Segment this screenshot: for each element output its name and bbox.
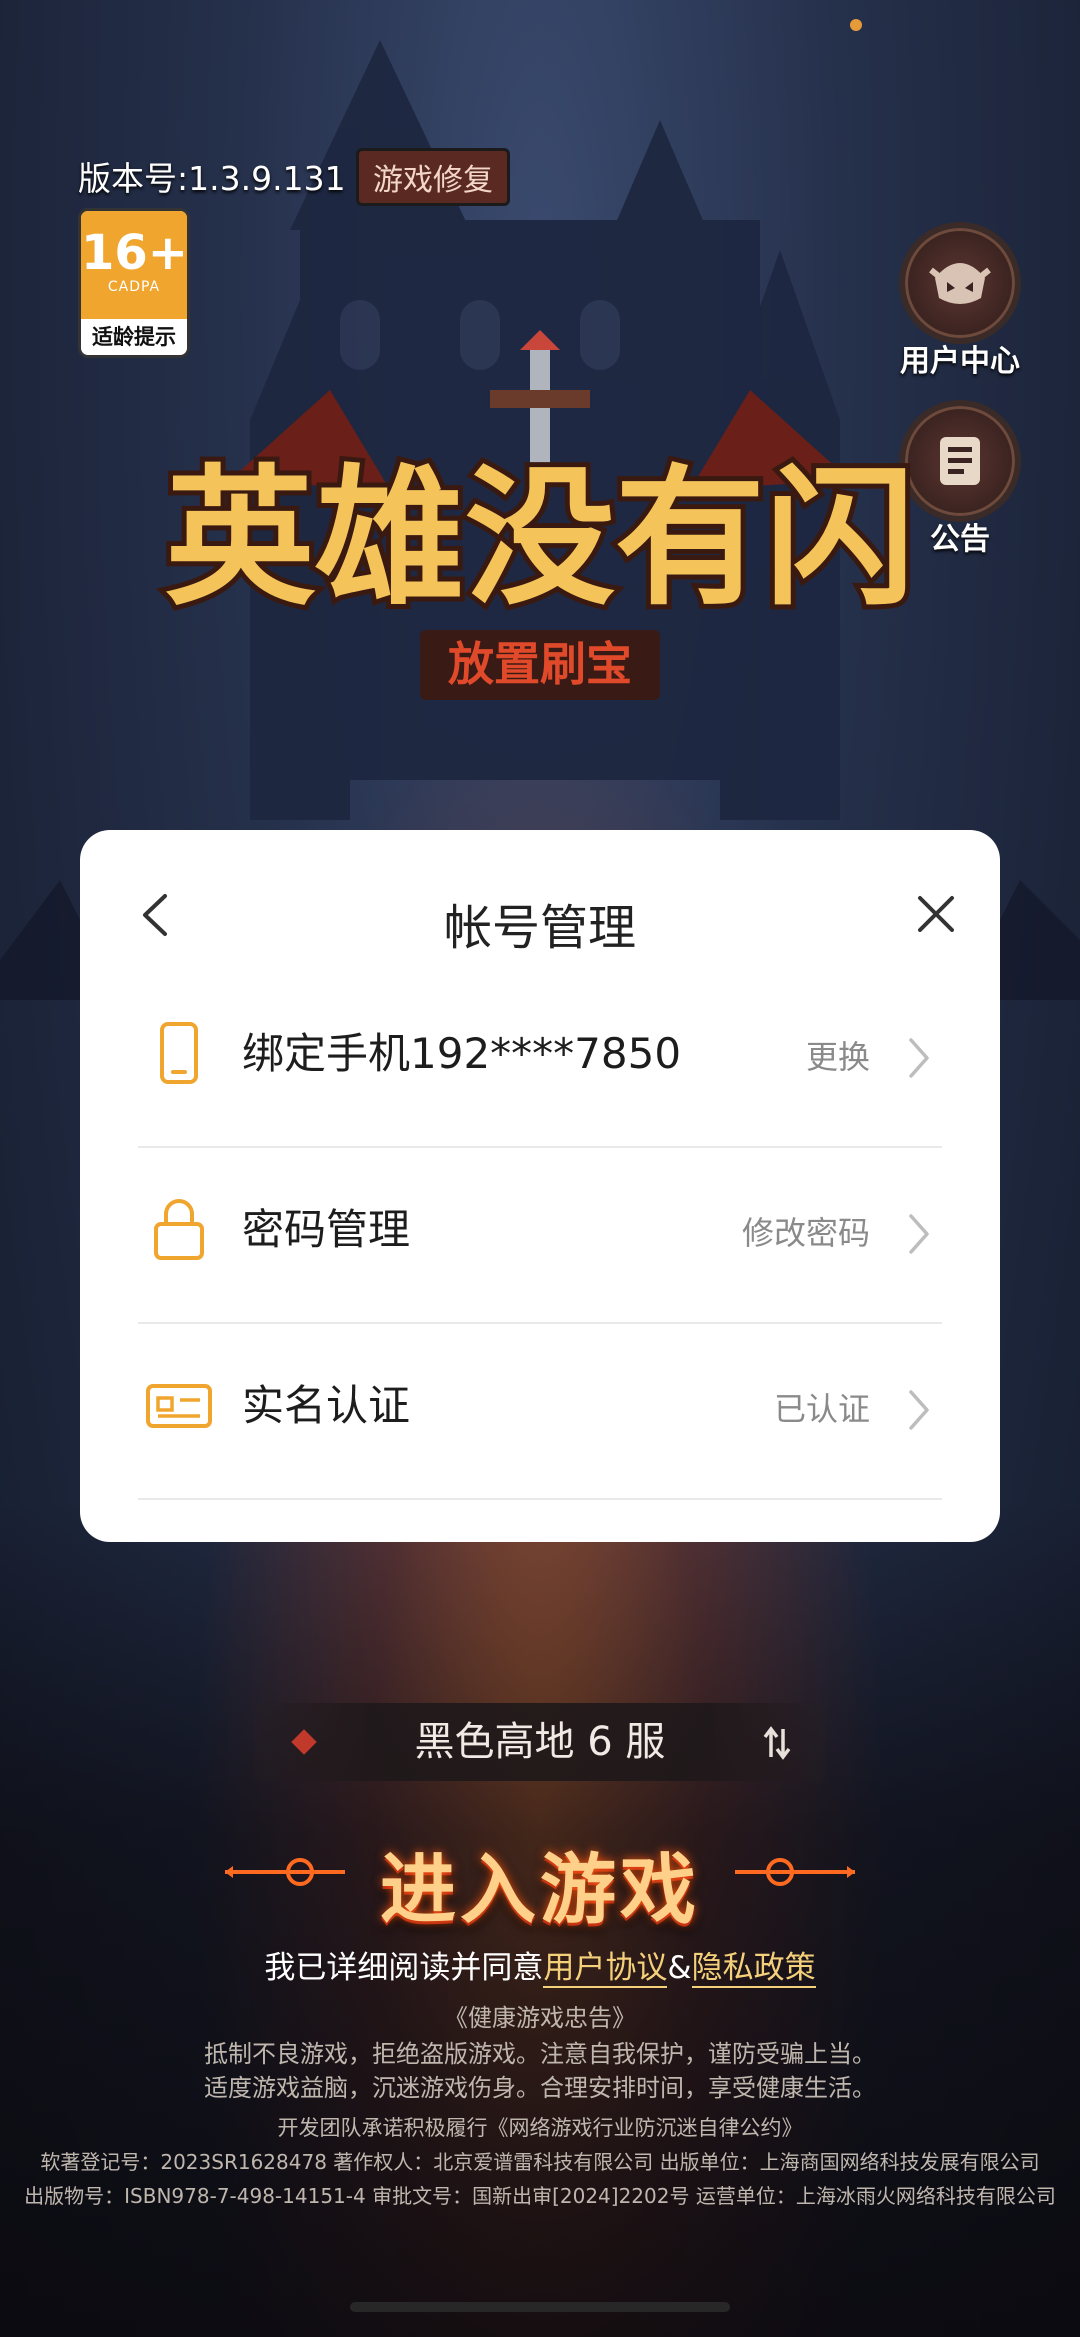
chevron-right-icon [909, 1214, 929, 1254]
version-label: 版本号:1.3.9.131 [78, 159, 346, 198]
user-agreement-link[interactable]: 用户协议 [543, 1950, 668, 1988]
anti-addiction-pledge: 开发团队承诺积极履行《网络游戏行业防沉迷自律公约》 [277, 2116, 803, 2140]
change-phone-link[interactable]: 更换 [806, 1032, 870, 1078]
enter-game-button[interactable]: 进入游戏 [225, 1820, 855, 1934]
helmet-icon [929, 263, 991, 304]
logo-title: 英雄没有闪 [165, 454, 915, 622]
health-notice-line-1: 抵制不良游戏，拒绝盗版游戏。注意自我保护，谨防受骗上当。 [204, 2040, 876, 2068]
publication-info: 出版物号：ISBN978-7-498-14151-4 审批文号：国新出审[202… [24, 2184, 1056, 2208]
id-card-icon [146, 1384, 212, 1428]
agreement-prefix: 我已详细阅读并同意 [264, 1950, 544, 1986]
modal-title: 帐号管理 [443, 900, 636, 956]
phone-icon [160, 1022, 198, 1084]
bind-phone-row[interactable]: 绑定手机192****7850 更换 [138, 970, 942, 1148]
home-indicator[interactable] [350, 2302, 730, 2312]
change-password-link[interactable]: 修改密码 [742, 1208, 870, 1254]
status-indicator [850, 19, 862, 31]
password-management-row[interactable]: 密码管理 修改密码 [138, 1146, 942, 1324]
agreement-and: & [667, 1950, 692, 1986]
real-name-verification-label: 实名认证 [242, 1381, 411, 1430]
game-repair-button[interactable]: 游戏修复 [356, 148, 510, 206]
server-status-diamond-icon [291, 1729, 317, 1755]
chevron-right-icon [909, 1390, 929, 1430]
account-management-modal: 帐号管理 绑定手机192****7850 更换 密码管理 修改密码 实名认证 已… [80, 830, 1000, 1542]
copyright-info: 软著登记号：2023SR1628478 著作权人：北京爱谱雷科技有限公司 出版单… [40, 2150, 1040, 2174]
password-management-label: 密码管理 [242, 1205, 411, 1254]
health-notice-line-2: 适度游戏益脑，沉迷游戏伤身。合理安排时间，享受健康生活。 [204, 2074, 876, 2102]
server-name: 黑色高地 6 服 [414, 1719, 666, 1765]
close-icon[interactable] [914, 892, 958, 936]
chevron-right-icon [909, 1038, 929, 1078]
lock-icon [154, 1199, 204, 1260]
server-selector[interactable]: 黑色高地 6 服 [255, 1703, 825, 1781]
logo-subtitle: 放置刷宝 [448, 638, 632, 690]
privacy-policy-link[interactable]: 隐私政策 [691, 1950, 816, 1988]
health-notice-title: 《健康游戏忠告》 [444, 2004, 636, 2032]
switch-arrows-icon [763, 1726, 791, 1760]
agreement-line: 我已详细阅读并同意用户协议&隐私政策 [0, 1942, 1080, 1988]
real-name-verification-row[interactable]: 实名认证 已认证 [138, 1322, 942, 1500]
enter-game-label: 进入游戏 [380, 1845, 700, 1934]
verified-status: 已认证 [773, 1390, 870, 1428]
game-logo: 英雄没有闪 放置刷宝 [160, 330, 920, 700]
age-rating-number: 16+ [81, 225, 189, 281]
age-rating-org: CADPA [107, 279, 161, 295]
bind-phone-label: 绑定手机192****7850 [242, 1029, 682, 1078]
